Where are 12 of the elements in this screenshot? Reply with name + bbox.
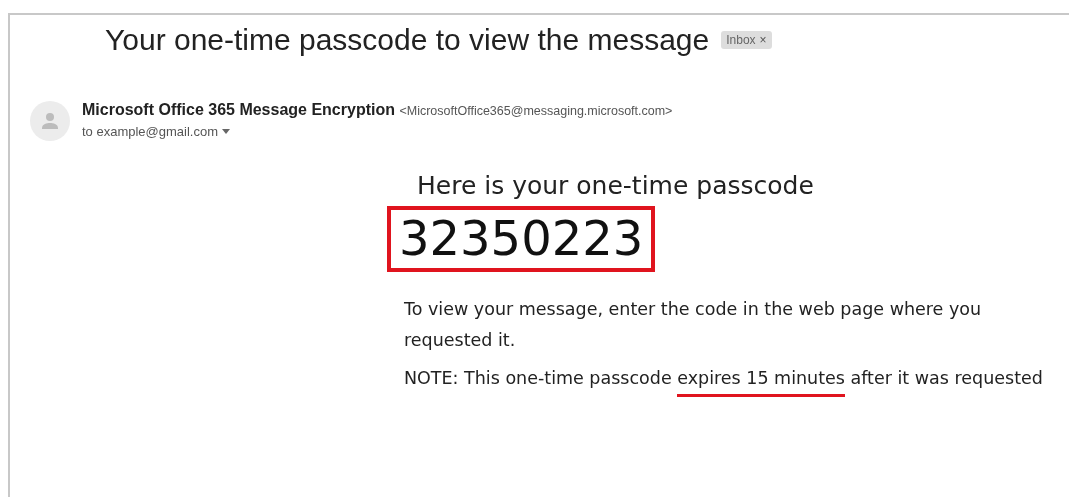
inbox-label: Inbox × xyxy=(721,31,772,49)
passcode: 32350223 xyxy=(387,206,656,272)
passcode-heading: Here is your one-time passcode xyxy=(417,171,815,200)
avatar-icon xyxy=(30,101,70,141)
sender-name: Microsoft Office 365 Message Encryption xyxy=(82,101,395,118)
note-text: NOTE: This one-time passcode expires 15 minutes after it was requested xyxy=(404,368,1043,396)
close-button[interactable]: × xyxy=(759,33,767,47)
email-subject: Your one-time passcode to view the message xyxy=(105,23,710,57)
instruction-text: To view your message, enter the code in the web page where you requested it. xyxy=(404,298,983,352)
caret-icon[interactable] xyxy=(222,129,231,134)
sender-address: <MicrosoftOffice365@messaging.microsoft.com> xyxy=(399,104,673,118)
recipient-text: to example@gmail.com xyxy=(82,124,219,139)
